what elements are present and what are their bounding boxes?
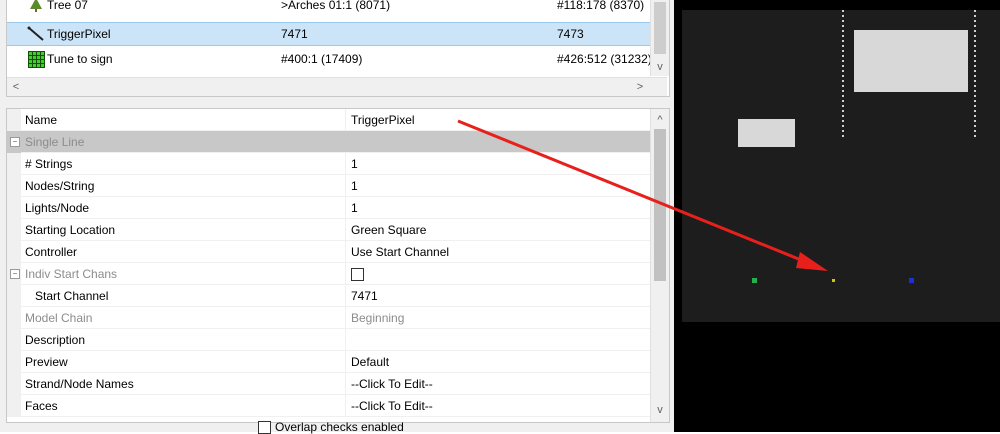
property-category-single-line[interactable]: − Single Line	[7, 131, 651, 153]
preview-lower-area	[674, 322, 1000, 432]
property-row-strings[interactable]: # Strings 1	[7, 153, 651, 175]
property-row-strand-node-names[interactable]: Strand/Node Names --Click To Edit--	[7, 373, 651, 395]
green-start-node[interactable]	[752, 278, 757, 283]
trigger-pixel-node[interactable]	[832, 279, 835, 282]
property-row-name[interactable]: Name TriggerPixel	[7, 109, 651, 131]
property-row-controller[interactable]: Controller Use Start Channel	[7, 241, 651, 263]
property-value[interactable]: --Click To Edit--	[345, 395, 650, 417]
model-name: TriggerPixel	[47, 27, 111, 41]
property-row-model-chain[interactable]: Model Chain Beginning	[7, 307, 651, 329]
scroll-right-icon[interactable]: >	[631, 78, 649, 96]
collapse-icon[interactable]: −	[10, 137, 20, 147]
model-start-channel: 7471	[281, 27, 308, 41]
property-row-starting-location[interactable]: Starting Location Green Square	[7, 219, 651, 241]
scroll-thumb[interactable]	[654, 2, 666, 54]
property-value[interactable]: Green Square	[345, 219, 650, 241]
model-end-channel: #426:512 (31232)	[557, 52, 652, 66]
model-start-channel: >Arches 01:1 (8071)	[281, 0, 391, 12]
property-value[interactable]	[345, 329, 650, 351]
property-grid-scrollbar[interactable]: ^ v	[650, 109, 669, 422]
model-end-channel: 7473	[557, 27, 584, 41]
property-value[interactable]: 1	[345, 153, 650, 175]
property-value[interactable]: Use Start Channel	[345, 241, 650, 263]
property-row-description[interactable]: Description	[7, 329, 651, 351]
scroll-thumb[interactable]	[654, 129, 666, 281]
window-prop	[738, 119, 795, 147]
property-row-faces[interactable]: Faces --Click To Edit--	[7, 395, 651, 417]
property-row-start-channel[interactable]: Start Channel 7471	[7, 285, 651, 307]
model-list-horizontal-scrollbar[interactable]: < >	[7, 77, 667, 96]
scroll-down-icon[interactable]: v	[651, 401, 669, 419]
tree-icon	[27, 0, 45, 14]
property-grid: Name TriggerPixel − Single Line # String…	[6, 108, 670, 423]
single-line-icon	[27, 25, 45, 43]
layout-preview[interactable]	[674, 0, 1000, 432]
model-name: Tune to sign	[47, 52, 113, 66]
property-row-lights-node[interactable]: Lights/Node 1	[7, 197, 651, 219]
scroll-down-icon[interactable]: v	[651, 58, 669, 76]
property-value[interactable]: Default	[345, 351, 650, 373]
model-row-selected[interactable]: TriggerPixel 7471 7473	[7, 22, 651, 46]
model-row[interactable]: Tree 07 >Arches 01:1 (8071) #118:178 (83…	[7, 0, 651, 17]
scroll-left-icon[interactable]: <	[7, 78, 25, 96]
light-string	[842, 10, 844, 140]
indiv-start-chans-checkbox[interactable]	[351, 268, 364, 282]
property-row-nodes-string[interactable]: Nodes/String 1	[7, 175, 651, 197]
blue-end-node[interactable]	[909, 278, 914, 283]
house-preview-background	[682, 10, 1000, 322]
model-end-channel: #118:178 (8370)	[557, 0, 645, 12]
property-row-preview[interactable]: Preview Default	[7, 351, 651, 373]
property-value[interactable]: 1	[345, 197, 650, 219]
property-value[interactable]: --Click To Edit--	[345, 373, 650, 395]
model-list: Tree 07 >Arches 01:1 (8071) #118:178 (83…	[6, 0, 670, 97]
model-start-channel: #400:1 (17409)	[281, 52, 363, 66]
panel-splitter[interactable]	[0, 98, 674, 106]
property-value[interactable]: 7471	[345, 285, 650, 307]
matrix-icon	[27, 50, 45, 68]
scroll-up-icon[interactable]: ^	[651, 111, 669, 129]
left-panel: Tree 07 >Arches 01:1 (8071) #118:178 (83…	[0, 0, 674, 434]
property-value[interactable]: Beginning	[345, 307, 650, 329]
model-list-vertical-scrollbar[interactable]: v	[650, 0, 669, 76]
expand-icon[interactable]: −	[10, 269, 20, 279]
sign-matrix	[854, 30, 968, 92]
property-value[interactable]: 1	[345, 175, 650, 197]
property-row-indiv-start-chans[interactable]: − Indiv Start Chans	[7, 263, 651, 285]
model-row[interactable]: Tune to sign #400:1 (17409) #426:512 (31…	[7, 47, 652, 71]
light-string	[974, 10, 976, 140]
property-value[interactable]: TriggerPixel	[345, 109, 650, 131]
model-name: Tree 07	[47, 0, 88, 12]
